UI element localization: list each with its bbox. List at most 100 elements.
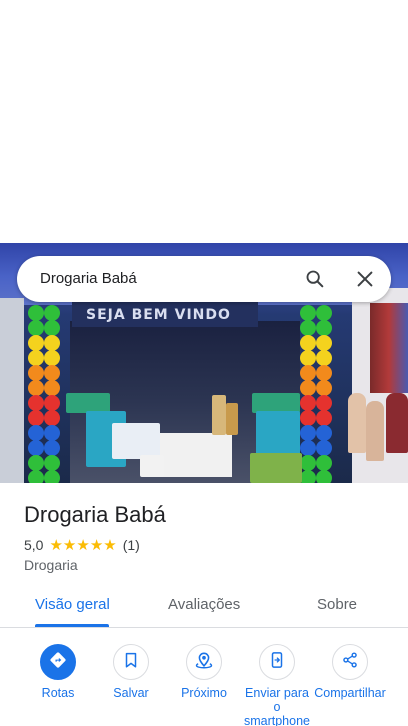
balloon-shape [316,470,332,483]
balloon-shape [44,365,60,381]
balloon-shape [300,305,316,321]
balloon-shape [28,395,44,411]
directions-button[interactable]: Rotas [21,644,95,700]
balloon-shape [300,380,316,396]
balloon-shape [300,350,316,366]
balloon-shape [316,335,332,351]
balloon-shape [316,425,332,441]
shelf-shape [252,393,300,413]
balloon-shape [44,410,60,426]
photo-clothes [370,303,408,393]
tab-overview[interactable]: Visão geral [35,596,110,613]
balloon-shape [28,335,44,351]
star-icon: ★ [89,536,104,554]
balloon-shape [44,320,60,336]
photo-mannequin [348,393,366,453]
review-count[interactable]: (1) [123,537,140,553]
balloon-shape [28,455,44,471]
nearby-icon [194,650,214,675]
balloon-shape [316,440,332,456]
search-bar[interactable]: Drogaria Babá [17,256,391,302]
balloon-shape [44,380,60,396]
balloon-shape [28,410,44,426]
shelf-shape [250,453,302,483]
rating-row[interactable]: 5,0 ★ ★ ★ ★ ★ (1) [24,537,140,553]
share-button[interactable]: Compartilhar [313,644,387,700]
shelf-shape [226,403,238,435]
shelf-shape [66,393,110,413]
balloon-shape [300,395,316,411]
place-tabs: Visão geral Avaliações Sobre [0,588,408,628]
star-icon: ★ [62,536,77,554]
balloon-shape [316,365,332,381]
balloon-shape [44,470,60,483]
balloon-shape [300,410,316,426]
balloon-shape [316,455,332,471]
save-button[interactable]: Salvar [94,644,168,700]
star-icon: ★ [49,536,63,554]
share-label: Compartilhar [314,686,386,700]
shelf-shape [112,423,160,459]
nearby-label: Próximo [181,686,227,700]
balloon-shape [300,440,316,456]
directions-icon [48,650,68,675]
photo-counter [160,433,232,477]
balloon-shape [28,440,44,456]
close-icon[interactable] [354,268,376,290]
balloon-shape [300,425,316,441]
send-to-phone-label: Enviar para o smartphone [243,686,310,726]
shelf-shape [212,395,226,435]
balloon-shape [316,410,332,426]
balloon-shape [44,350,60,366]
tab-reviews[interactable]: Avaliações [168,596,240,613]
action-buttons: Rotas Salvar Próximo Enviar para o smart… [0,644,408,726]
nearby-button[interactable]: Próximo [167,644,241,700]
balloon-shape [28,365,44,381]
balloon-shape [316,305,332,321]
balloon-shape [316,395,332,411]
send-to-phone-icon [268,651,286,674]
search-input[interactable]: Drogaria Babá [40,270,137,287]
balloon-shape [300,455,316,471]
balloon-shape [316,320,332,336]
balloon-shape [300,365,316,381]
shelf-shape [140,455,164,477]
balloon-shape [28,380,44,396]
balloon-shape [316,350,332,366]
bookmark-icon [122,651,140,674]
directions-label: Rotas [41,686,75,700]
tabs-divider [0,627,408,628]
balloon-shape [44,440,60,456]
balloon-shape [300,335,316,351]
rating-stars: ★ ★ ★ ★ ★ [49,538,116,553]
balloon-shape [300,470,316,483]
tab-about[interactable]: Sobre [317,596,357,613]
balloon-shape [28,305,44,321]
photo-mannequin [366,401,384,461]
send-to-phone-button[interactable]: Enviar para o smartphone [240,644,314,726]
place-title: Drogaria Babá [24,502,166,527]
star-icon: ★ [76,536,90,554]
share-icon [341,651,359,674]
photo-sign-text: SEJA BEM VINDO [86,307,231,323]
balloon-shape [300,320,316,336]
photo-mannequin [386,393,408,453]
search-icon[interactable] [304,268,326,290]
balloon-shape [44,425,60,441]
photo-wall-left [0,298,24,483]
place-category[interactable]: Drogaria [24,557,78,573]
shelf-shape [256,411,300,455]
balloon-shape [28,350,44,366]
balloon-shape [316,380,332,396]
rating-value: 5,0 [24,537,44,553]
balloon-shape [44,455,60,471]
balloon-shape [44,335,60,351]
balloon-shape [44,395,60,411]
balloon-shape [44,305,60,321]
balloon-shape [28,470,44,483]
star-icon: ★ [103,536,117,554]
balloon-shape [28,425,44,441]
map-area-blank [0,0,408,243]
balloon-shape [28,320,44,336]
save-label: Salvar [113,686,149,700]
